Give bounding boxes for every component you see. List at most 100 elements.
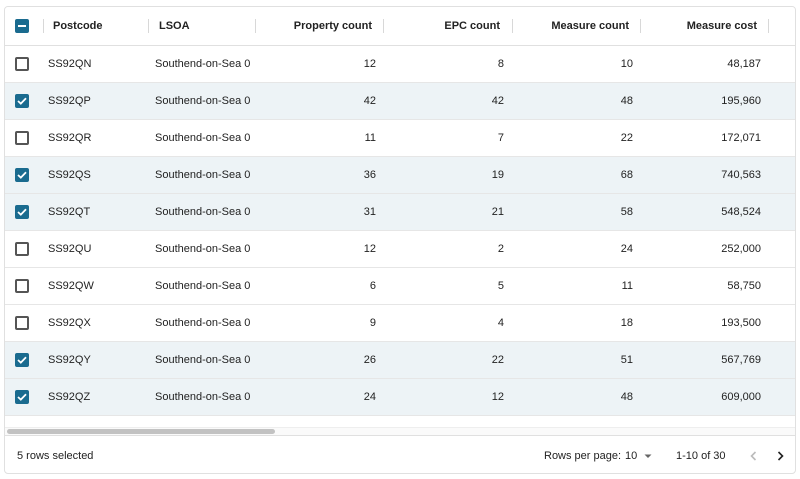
next-page-button[interactable] bbox=[772, 448, 788, 464]
header-epc-count[interactable]: EPC count bbox=[390, 7, 500, 45]
cell-epc-count: 22 bbox=[491, 354, 504, 366]
table-row[interactable]: SS92QW Southend-on-Sea 0… 6 5 11 58,750 bbox=[5, 268, 795, 305]
cell-epc-count: 21 bbox=[491, 206, 504, 218]
cell-measure-cost: 195,960 bbox=[721, 95, 761, 107]
previous-page-button[interactable] bbox=[746, 448, 762, 464]
header-measure-count[interactable]: Measure count bbox=[519, 7, 629, 45]
checkmark-icon bbox=[17, 97, 27, 105]
row-checkbox[interactable] bbox=[15, 94, 29, 108]
table-row[interactable]: SS92QY Southend-on-Sea 0… 26 22 51 567,769 bbox=[5, 342, 795, 379]
cell-postcode: SS92QW bbox=[48, 280, 94, 292]
cell-property-count: 12 bbox=[363, 58, 376, 70]
cell-measure-count: 48 bbox=[620, 391, 633, 403]
cell-property-count: 9 bbox=[369, 317, 376, 329]
table-row[interactable]: SS92QP Southend-on-Sea 0… 42 42 48 195,960 bbox=[5, 83, 795, 120]
cell-measure-count: 18 bbox=[620, 317, 633, 329]
cell-lsoa: Southend-on-Sea 0… bbox=[155, 58, 251, 70]
column-separator[interactable] bbox=[640, 19, 641, 33]
cell-postcode: SS92QR bbox=[48, 132, 92, 144]
cell-measure-cost: 172,071 bbox=[721, 132, 761, 144]
cell-measure-cost: 48,187 bbox=[727, 58, 761, 70]
chevron-right-icon bbox=[777, 451, 784, 461]
header-property-count[interactable]: Property count bbox=[261, 7, 372, 45]
cell-postcode: SS92QS bbox=[48, 169, 91, 181]
table-row[interactable]: SS92QR Southend-on-Sea 0… 11 7 22 172,071 bbox=[5, 120, 795, 157]
cell-lsoa: Southend-on-Sea 0… bbox=[155, 95, 251, 107]
select-all-checkbox[interactable] bbox=[15, 19, 29, 33]
cell-epc-count: 2 bbox=[497, 243, 504, 255]
row-checkbox[interactable] bbox=[15, 168, 29, 182]
row-checkbox[interactable] bbox=[15, 205, 29, 219]
horizontal-scrollbar[interactable] bbox=[5, 427, 795, 435]
column-separator[interactable] bbox=[768, 19, 769, 33]
caret-down-icon bbox=[644, 454, 652, 458]
table-row[interactable]: SS92QZ Southend-on-Sea 0… 24 12 48 609,000 bbox=[5, 379, 795, 416]
row-checkbox[interactable] bbox=[15, 353, 29, 367]
column-separator[interactable] bbox=[148, 19, 149, 33]
table-row[interactable]: SS92QN Southend-on-Sea 0… 12 8 10 48,187 bbox=[5, 46, 795, 83]
cell-measure-count: 68 bbox=[620, 169, 633, 181]
column-separator[interactable] bbox=[512, 19, 513, 33]
row-checkbox[interactable] bbox=[15, 390, 29, 404]
cell-measure-cost: 548,524 bbox=[721, 206, 761, 218]
header-postcode[interactable]: Postcode bbox=[53, 7, 143, 45]
cell-lsoa: Southend-on-Sea 0… bbox=[155, 206, 251, 218]
cell-measure-cost: 567,769 bbox=[721, 354, 761, 366]
cell-lsoa: Southend-on-Sea 0… bbox=[155, 169, 251, 181]
column-separator[interactable] bbox=[383, 19, 384, 33]
column-separator[interactable] bbox=[255, 19, 256, 33]
row-checkbox[interactable] bbox=[15, 57, 29, 71]
row-checkbox[interactable] bbox=[15, 131, 29, 145]
cell-measure-cost: 193,500 bbox=[721, 317, 761, 329]
select-all-cell bbox=[15, 7, 33, 45]
cell-postcode: SS92QP bbox=[48, 95, 91, 107]
scrollbar-thumb[interactable] bbox=[7, 429, 275, 434]
cell-measure-count: 11 bbox=[621, 280, 633, 292]
cell-postcode: SS92QU bbox=[48, 243, 92, 255]
cell-measure-cost: 740,563 bbox=[721, 169, 761, 181]
checkmark-icon bbox=[17, 171, 27, 179]
column-separator[interactable] bbox=[43, 19, 44, 33]
checkmark-icon bbox=[17, 356, 27, 364]
row-select-cell bbox=[15, 305, 33, 341]
grid-footer: 5 rows selected Rows per page: 10 1-10 o… bbox=[5, 435, 795, 473]
cell-epc-count: 8 bbox=[497, 58, 504, 70]
cell-measure-count: 22 bbox=[620, 132, 633, 144]
cell-epc-count: 7 bbox=[497, 132, 504, 144]
row-select-cell bbox=[15, 268, 33, 304]
cell-measure-count: 51 bbox=[620, 354, 633, 366]
cell-measure-cost: 252,000 bbox=[721, 243, 761, 255]
rows-per-page-label: Rows per page: bbox=[544, 449, 622, 462]
chevron-left-icon bbox=[750, 451, 757, 461]
data-grid: Postcode LSOA Property count EPC count M… bbox=[4, 6, 796, 474]
cell-epc-count: 12 bbox=[491, 391, 504, 403]
cell-lsoa: Southend-on-Sea 0… bbox=[155, 354, 251, 366]
cell-postcode: SS92QZ bbox=[48, 391, 91, 403]
row-select-cell bbox=[15, 194, 33, 230]
cell-measure-count: 24 bbox=[620, 243, 633, 255]
header-lsoa[interactable]: LSOA bbox=[159, 7, 249, 45]
table-row[interactable]: SS92QU Southend-on-Sea 0… 12 2 24 252,000 bbox=[5, 231, 795, 268]
rows-per-page-value: 10 bbox=[625, 449, 638, 462]
row-checkbox[interactable] bbox=[15, 316, 29, 330]
table-row[interactable]: SS92QT Southend-on-Sea 0… 31 21 58 548,524 bbox=[5, 194, 795, 231]
cell-postcode: SS92QY bbox=[48, 354, 91, 366]
cell-measure-count: 10 bbox=[620, 58, 633, 70]
cell-epc-count: 19 bbox=[491, 169, 504, 181]
cell-measure-cost: 609,000 bbox=[721, 391, 761, 403]
row-select-cell bbox=[15, 83, 33, 119]
cell-property-count: 31 bbox=[363, 206, 376, 218]
cell-measure-count: 58 bbox=[620, 206, 633, 218]
grid-header: Postcode LSOA Property count EPC count M… bbox=[5, 7, 795, 46]
rows-per-page-select[interactable]: 10 bbox=[625, 449, 655, 463]
checkmark-icon bbox=[17, 208, 27, 216]
cell-property-count: 42 bbox=[363, 95, 376, 107]
cell-property-count: 36 bbox=[363, 169, 376, 181]
row-checkbox[interactable] bbox=[15, 279, 29, 293]
cell-lsoa: Southend-on-Sea 0… bbox=[155, 243, 251, 255]
header-measure-cost[interactable]: Measure cost bbox=[647, 7, 757, 45]
row-checkbox[interactable] bbox=[15, 242, 29, 256]
table-row[interactable]: SS92QS Southend-on-Sea 0… 36 19 68 740,563 bbox=[5, 157, 795, 194]
cell-measure-cost: 58,750 bbox=[727, 280, 761, 292]
table-row[interactable]: SS92QX Southend-on-Sea 0… 9 4 18 193,500 bbox=[5, 305, 795, 342]
